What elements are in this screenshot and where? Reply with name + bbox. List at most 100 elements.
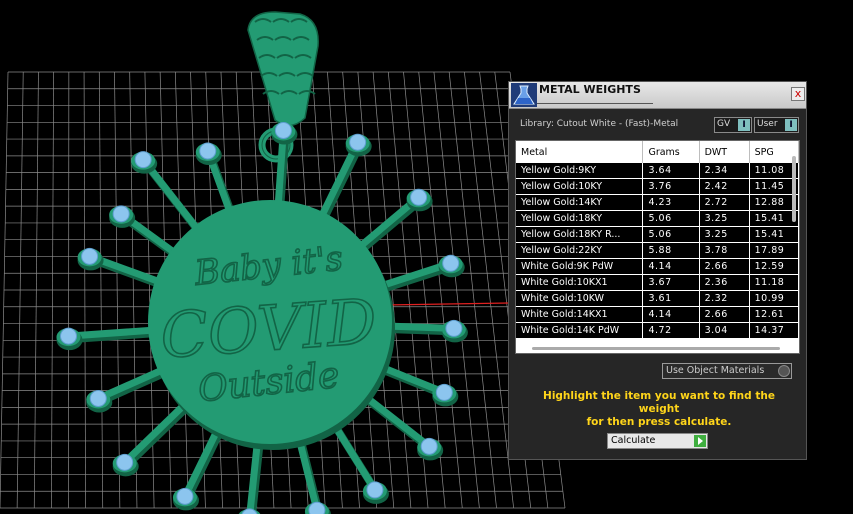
use-object-materials-label: Use Object Materials (666, 365, 765, 376)
table-cell: 12.61 (749, 306, 799, 323)
table-row[interactable]: White Gold:14K PdW 4.72 3.04 14.37 (516, 322, 799, 339)
gv-toggle[interactable]: GV I (714, 117, 752, 133)
gv-toggle-indicator: I (738, 119, 750, 131)
table-cell: 3.04 (699, 322, 750, 339)
gemstone (134, 151, 152, 169)
table-row[interactable]: Yellow Gold:10KY 3.76 2.42 11.45 (516, 178, 799, 195)
toggle-knob-icon (778, 365, 790, 377)
table-row[interactable]: White Gold:10KW 3.61 2.32 10.99 (516, 290, 799, 307)
column-header-metal[interactable]: Metal (516, 141, 644, 163)
vertical-scrollbar[interactable] (792, 156, 796, 222)
pendant-spike (121, 396, 193, 466)
panel-titlebar[interactable]: METAL WEIGHTS x (509, 82, 806, 109)
gemstone (410, 188, 428, 206)
table-cell: 4.14 (642, 306, 700, 323)
table-row[interactable]: White Gold:14KX1 4.14 2.66 12.61 (516, 306, 799, 323)
gemstone (349, 133, 367, 151)
gemstone (199, 142, 217, 160)
table-cell: White Gold:10KW (516, 290, 644, 307)
library-label: Library: Cutout White - (Fast)-Metal (520, 119, 679, 129)
user-toggle[interactable]: User I (754, 117, 799, 133)
table-cell: 3.67 (642, 274, 700, 291)
gemstone (89, 389, 107, 407)
gv-toggle-label: GV (717, 119, 731, 129)
table-cell: 3.25 (699, 210, 750, 227)
table-row[interactable]: Yellow Gold:18KY R... 5.06 3.25 15.41 (516, 226, 799, 243)
spike-shadow (122, 398, 196, 470)
table-cell: 2.36 (699, 274, 750, 291)
table-cell: 2.32 (699, 290, 750, 307)
table-cell: White Gold:10KX1 (516, 274, 644, 291)
engraving-text: COVID (158, 285, 379, 373)
gemstone (112, 205, 130, 223)
pendant-bail (247, 11, 319, 127)
instruction-line-2: for then press calculate. (586, 416, 732, 428)
x-axis-line (384, 302, 511, 306)
table-cell: 3.76 (642, 178, 700, 195)
table-cell: 3.25 (699, 226, 750, 243)
table-row[interactable]: Yellow Gold:14KY 4.23 2.72 12.88 (516, 194, 799, 211)
use-object-materials-toggle[interactable]: Use Object Materials (662, 363, 792, 379)
title-divider (537, 103, 653, 104)
gemstone (435, 383, 453, 401)
table-cell: 2.42 (699, 178, 750, 195)
table-cell: Yellow Gold:18KY (516, 210, 644, 227)
instruction-text: Highlight the item you want to find the … (523, 390, 795, 429)
table-cell: 2.66 (699, 306, 750, 323)
table-cell: Yellow Gold:10KY (516, 178, 644, 195)
play-arrow-icon (694, 435, 706, 447)
column-header-grams[interactable]: Grams (642, 141, 700, 163)
table-cell: White Gold:9K PdW (516, 258, 644, 275)
table-cell: 11.18 (749, 274, 799, 291)
table-cell: 4.23 (642, 194, 700, 211)
metal-weights-table[interactable]: Metal Grams DWT SPG Yellow Gold:9KY 3.64 2.34… (515, 140, 800, 354)
table-cell: 15.41 (749, 226, 799, 243)
column-header-dwt[interactable]: DWT (699, 141, 750, 163)
table-cell: 14.37 (749, 322, 799, 339)
gemstone (59, 327, 77, 345)
table-row[interactable]: White Gold:9K PdW 4.14 2.66 12.59 (516, 258, 799, 275)
table-cell: 3.61 (642, 290, 700, 307)
table-cell: Yellow Gold:14KY (516, 194, 644, 211)
table-cell: White Gold:14K PdW (516, 322, 644, 339)
table-cell: 3.64 (642, 163, 700, 179)
covid-pendant-model[interactable]: Baby it'sCOVIDOutside (56, 11, 468, 514)
table-cell: 5.06 (642, 226, 700, 243)
instruction-line-1: Highlight the item you want to find the … (543, 390, 775, 415)
pendant-spike (94, 364, 172, 402)
user-toggle-label: User (757, 119, 778, 129)
gemstone (308, 501, 326, 514)
table-cell: 4.14 (642, 258, 700, 275)
table-cell: Yellow Gold:22KY (516, 242, 644, 259)
gemstone (420, 437, 438, 455)
table-cell: 2.72 (699, 194, 750, 211)
table-cell: 12.59 (749, 258, 799, 275)
table-row[interactable]: Yellow Gold:9KY 3.64 2.34 11.08 (516, 163, 799, 179)
table-cell: 2.34 (699, 163, 750, 179)
gemstone (176, 487, 194, 505)
table-cell: Yellow Gold:9KY (516, 163, 644, 179)
table-row[interactable]: Yellow Gold:18KY 5.06 3.25 15.41 (516, 210, 799, 227)
table-row[interactable]: White Gold:10KX1 3.67 2.36 11.18 (516, 274, 799, 291)
table-cell: 5.06 (642, 210, 700, 227)
table-cell: 5.88 (642, 242, 700, 259)
gemstone (81, 247, 99, 265)
gemstone (366, 481, 384, 499)
table-cell: 4.72 (642, 322, 700, 339)
panel-title: METAL WEIGHTS (539, 83, 641, 96)
table-cell: 3.78 (699, 242, 750, 259)
gemstone (274, 121, 292, 139)
table-cell: 2.66 (699, 258, 750, 275)
table-row[interactable]: Yellow Gold:22KY 5.88 3.78 17.89 (516, 242, 799, 259)
table-cell: 10.99 (749, 290, 799, 307)
table-cell: Yellow Gold:18KY R... (516, 226, 644, 243)
gemstone (116, 453, 134, 471)
close-icon[interactable]: x (791, 87, 805, 101)
flask-logo-icon (511, 83, 537, 107)
horizontal-scrollbar[interactable] (532, 347, 780, 350)
table-cell: White Gold:14KX1 (516, 306, 644, 323)
calculate-button[interactable]: Calculate (607, 433, 708, 449)
table-cell: 17.89 (749, 242, 799, 259)
gemstone (445, 319, 463, 337)
metal-weights-panel: METAL WEIGHTS x Library: Cutout White - … (508, 81, 807, 460)
